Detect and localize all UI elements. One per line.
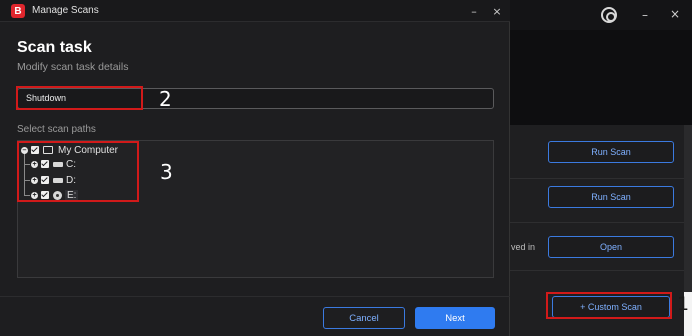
- background-minimize-icon[interactable]: –: [642, 8, 648, 22]
- dialog-minimize-icon[interactable]: –: [466, 3, 482, 19]
- divider: [510, 178, 684, 179]
- page-subtitle: Modify scan task details: [17, 61, 129, 73]
- divider: [510, 222, 684, 223]
- dialog-footer-divider: [0, 296, 510, 297]
- annotation-box-2: [16, 86, 143, 110]
- annotation-number-1: 1: [677, 293, 690, 315]
- scan-paths-label: Select scan paths: [17, 124, 96, 135]
- run-scan-button-1[interactable]: Run Scan: [548, 141, 674, 163]
- support-lifebuoy-icon[interactable]: [601, 7, 617, 23]
- partial-description-text: ved in: [511, 242, 536, 252]
- dialog-close-icon[interactable]: ×: [489, 3, 505, 19]
- annotation-box-1: [546, 292, 672, 319]
- dialog-window-title: Manage Scans: [32, 5, 99, 16]
- background-close-icon[interactable]: ×: [670, 7, 680, 21]
- divider: [510, 270, 684, 271]
- dialog-titlebar: B Manage Scans – ×: [0, 0, 510, 22]
- app-logo-icon: B: [11, 4, 25, 18]
- run-scan-button-2[interactable]: Run Scan: [548, 186, 674, 208]
- open-button[interactable]: Open: [548, 236, 674, 258]
- page-title: Scan task: [17, 39, 92, 56]
- annotation-number-3: 3: [160, 160, 173, 184]
- annotation-box-3: [17, 141, 139, 202]
- cancel-button[interactable]: Cancel: [323, 307, 405, 329]
- background-header-band: [510, 30, 692, 125]
- next-button[interactable]: Next: [415, 307, 495, 329]
- annotation-number-2: 2: [159, 87, 172, 111]
